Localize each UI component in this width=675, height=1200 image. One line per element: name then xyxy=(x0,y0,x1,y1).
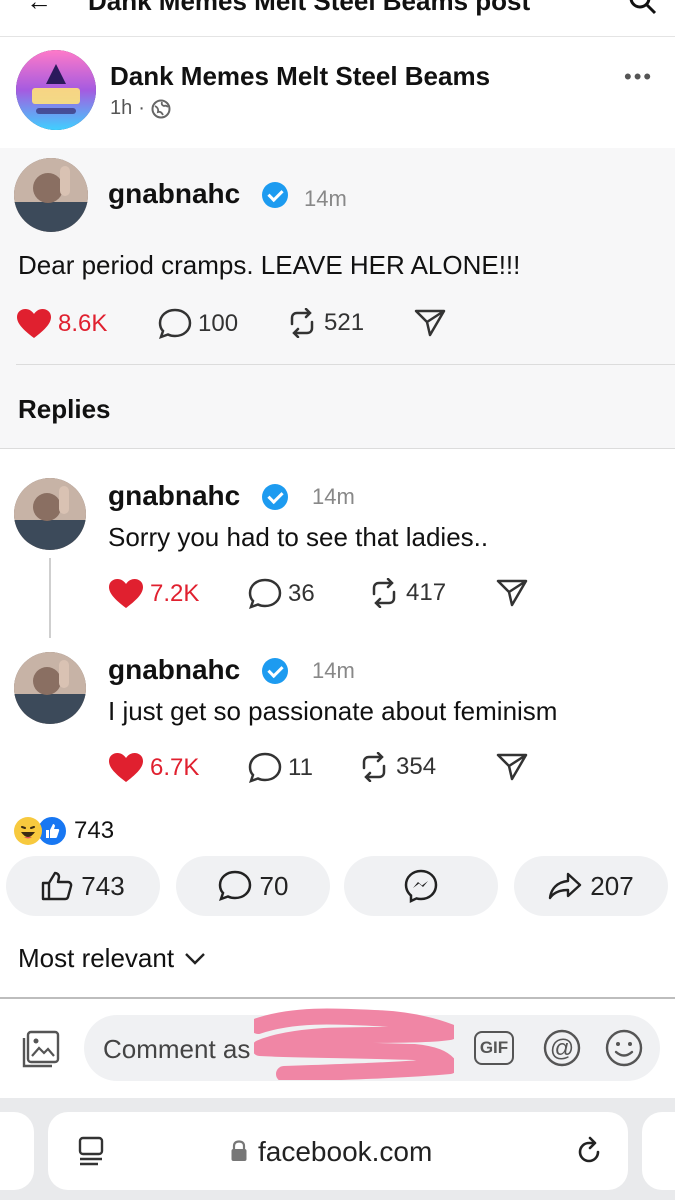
top-header: ← Dank Memes Melt Steel Beams post xyxy=(0,0,675,37)
reply-text: Sorry you had to see that ladies.. xyxy=(108,522,489,552)
redaction-scribble xyxy=(254,1006,454,1080)
comment-count: 100 xyxy=(198,310,239,337)
post-meta: 1h · xyxy=(110,97,171,120)
post-time: 14m xyxy=(304,186,347,211)
more-dots-icon[interactable]: ••• xyxy=(624,64,653,90)
next-tab[interactable] xyxy=(642,1112,675,1190)
heart-icon xyxy=(16,308,52,340)
repost-action: 521 xyxy=(286,308,364,338)
send-icon xyxy=(496,752,528,782)
repost-count: 417 xyxy=(406,579,447,606)
send-action xyxy=(414,308,446,338)
repost-count: 521 xyxy=(324,309,365,336)
comment-action: 100 xyxy=(158,308,238,340)
mention-button[interactable]: @ xyxy=(542,1028,582,1068)
comment-count: 36 xyxy=(288,580,315,607)
reactions-summary[interactable]: 743 xyxy=(14,815,114,847)
username: gnabnahc xyxy=(108,654,241,685)
back-arrow-icon[interactable]: ← xyxy=(26,0,52,17)
sort-label: Most relevant xyxy=(18,943,175,973)
emoji-picker-icon[interactable] xyxy=(604,1028,644,1068)
messenger-button[interactable] xyxy=(344,856,498,916)
like-count: 7.2K xyxy=(150,580,200,607)
previous-tab[interactable] xyxy=(0,1112,34,1190)
share-count: 207 xyxy=(590,870,634,901)
repost-action: 354 xyxy=(358,752,436,782)
send-action xyxy=(496,578,528,608)
comment-placeholder: Comment as xyxy=(103,1034,251,1064)
messenger-icon xyxy=(404,869,438,903)
divider xyxy=(16,364,675,365)
at-label: @ xyxy=(550,1035,574,1062)
comment-bubble-icon xyxy=(248,752,282,784)
share-arrow-icon xyxy=(548,871,582,901)
reaction-count: 743 xyxy=(74,817,115,844)
verified-badge-icon xyxy=(262,182,288,208)
comment-bubble-icon xyxy=(248,578,282,610)
reply-time: 14m xyxy=(312,658,355,683)
meta-separator: · xyxy=(138,97,145,119)
comment-bubble-icon xyxy=(158,308,192,340)
post-text: Dear period cramps. LEAVE HER ALONE!!! xyxy=(18,250,521,280)
sort-dropdown[interactable]: Most relevant xyxy=(18,943,206,974)
gif-button[interactable]: GIF xyxy=(474,1031,514,1065)
comment-count: 11 xyxy=(288,754,313,781)
composer-divider xyxy=(0,997,675,999)
like-action: 6.7K xyxy=(108,752,199,784)
post-time: 1h xyxy=(110,97,133,119)
verified-badge-icon xyxy=(262,484,288,510)
page-avatar[interactable] xyxy=(16,50,96,130)
tab-overview-icon[interactable] xyxy=(76,1134,106,1166)
globe-icon xyxy=(151,99,171,119)
repost-icon xyxy=(368,578,400,608)
avatar xyxy=(14,158,88,232)
send-icon xyxy=(496,578,528,608)
photo-gallery-icon[interactable] xyxy=(20,1030,62,1070)
comment-action: 36 xyxy=(248,578,315,610)
username: gnabnahc xyxy=(108,178,241,209)
url-text: facebook.com xyxy=(258,1136,433,1167)
replies-label: Replies xyxy=(18,394,111,424)
repost-icon xyxy=(358,752,390,782)
header-title: Dank Memes Melt Steel Beams post xyxy=(88,0,531,16)
thread-line xyxy=(49,558,51,638)
comment-bubble-icon xyxy=(218,870,252,902)
like-count: 8.6K xyxy=(58,310,108,337)
repost-count: 354 xyxy=(396,753,437,780)
username: gnabnahc xyxy=(108,480,241,511)
reload-icon[interactable] xyxy=(574,1134,604,1166)
comment-button[interactable]: 70 xyxy=(176,856,330,916)
heart-icon xyxy=(108,752,144,784)
repost-icon xyxy=(286,308,318,338)
repost-action: 417 xyxy=(368,578,446,608)
haha-emoji-icon xyxy=(14,817,42,845)
comment-action: 11 xyxy=(248,752,313,784)
avatar xyxy=(14,652,86,724)
send-icon xyxy=(414,308,446,338)
like-count: 743 xyxy=(81,870,125,901)
reply-time: 14m xyxy=(312,484,355,509)
verified-badge-icon xyxy=(262,658,288,684)
like-button[interactable]: 743 xyxy=(6,856,160,916)
chevron-down-icon xyxy=(184,952,206,966)
embedded-image[interactable]: gnabnahc 14m Dear period cramps. LEAVE H… xyxy=(0,148,675,803)
like-count: 6.7K xyxy=(150,754,200,781)
avatar xyxy=(14,478,86,550)
lock-icon xyxy=(230,1140,248,1162)
comment-count: 70 xyxy=(259,870,289,901)
divider xyxy=(0,448,675,449)
share-button[interactable]: 207 xyxy=(514,856,668,916)
thumbs-up-icon xyxy=(41,871,73,901)
like-action: 8.6K xyxy=(16,308,107,340)
search-icon[interactable] xyxy=(628,0,658,20)
reply-text: I just get so passionate about feminism xyxy=(108,696,558,726)
like-action: 7.2K xyxy=(108,578,199,610)
page-name[interactable]: Dank Memes Melt Steel Beams xyxy=(110,61,490,92)
send-action xyxy=(496,752,528,782)
heart-icon xyxy=(108,578,144,610)
